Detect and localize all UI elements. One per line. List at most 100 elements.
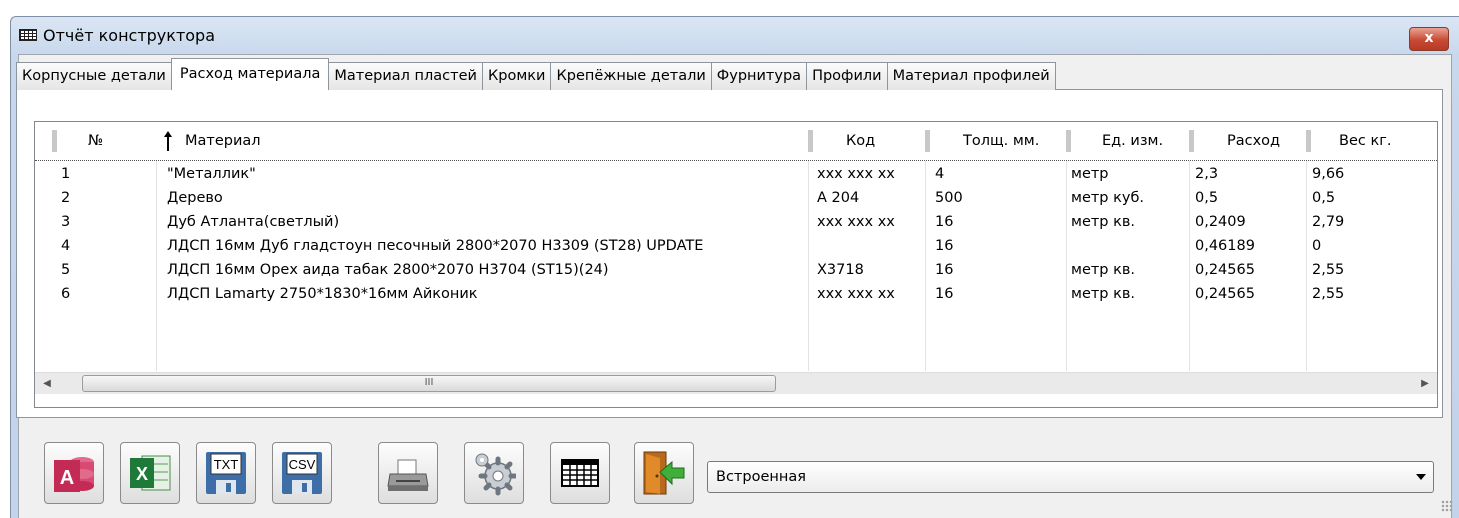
column-grip — [808, 130, 813, 152]
svg-text:CSV: CSV — [289, 457, 316, 472]
tab-profile-material[interactable]: Материал профилей — [886, 62, 1056, 90]
save-txt-icon: TXT — [206, 452, 246, 494]
cell-unit: метр кв. — [1071, 286, 1136, 302]
table-row[interactable]: 5 ЛДСП 16мм Орех аида табак 2800*2070 H3… — [35, 258, 1437, 282]
cell-weight: 2,55 — [1312, 286, 1345, 302]
chevron-down-icon[interactable] — [1416, 474, 1426, 480]
column-grip — [1189, 130, 1194, 152]
export-excel-button[interactable]: X — [120, 442, 180, 504]
tab-material-consumption[interactable]: Расход материала — [170, 58, 330, 90]
gear-icon — [475, 453, 516, 496]
cell-material: "Металлик" — [167, 166, 256, 182]
table-row[interactable]: 6 ЛДСП Lamarty 2750*1830*16мм Айконик хх… — [35, 282, 1437, 306]
cell-unit: метр куб. — [1071, 190, 1145, 206]
table-row[interactable]: 2 Дерево А 204 500 метр куб. 0,5 0,5 — [35, 186, 1437, 210]
cell-number: 4 — [61, 238, 71, 254]
table-row[interactable]: 3 Дуб Атланта(светлый) ххх ххх хх 16 мет… — [35, 210, 1437, 234]
cell-code — [817, 234, 922, 258]
export-csv-button[interactable]: CSV — [272, 442, 332, 504]
cell-material: ЛДСП 16мм Орех аида табак 2800*2070 H370… — [167, 262, 609, 278]
settings-button[interactable] — [464, 442, 524, 504]
cell-number: 3 — [61, 214, 71, 230]
table-grid-icon — [561, 459, 599, 487]
cell-consumption: 0,24565 — [1195, 286, 1255, 302]
window-title: Отчёт конструктора — [43, 26, 216, 45]
cell-consumption: 0,24565 — [1195, 262, 1255, 278]
cell-unit: метр — [1071, 166, 1109, 182]
tab-body-parts[interactable]: Корпусные детали — [16, 62, 172, 90]
scroll-left-arrow-icon[interactable]: ◀ — [35, 373, 59, 394]
tab-hardware[interactable]: Фурнитура — [710, 62, 808, 90]
access-icon: A — [54, 457, 94, 492]
tab-strip: Корпусные детали Расход материала Матери… — [16, 58, 1056, 90]
cell-thickness: 16 — [935, 238, 954, 254]
tab-fasteners[interactable]: Крепёжные детали — [550, 62, 712, 90]
source-select[interactable]: Встроенная — [707, 461, 1434, 493]
export-txt-button[interactable]: TXT — [196, 442, 256, 504]
printer-icon — [387, 459, 429, 491]
tab-sheet-material[interactable]: Материал пластей — [328, 62, 483, 90]
cell-unit — [1071, 234, 1186, 258]
cell-number: 5 — [61, 262, 71, 278]
cell-code: А 204 — [817, 190, 860, 206]
tab-profiles[interactable]: Профили — [806, 62, 888, 90]
excel-icon: X — [130, 455, 171, 491]
svg-text:X: X — [136, 464, 148, 484]
title-bar[interactable]: Отчёт конструктора x — [11, 17, 1459, 51]
cell-thickness: 4 — [935, 166, 945, 182]
material-table: № Материал Код Толщ. мм. Ед. изм. Расход… — [34, 121, 1438, 408]
cell-thickness: 16 — [935, 262, 954, 278]
column-header-thickness[interactable]: Толщ. мм. — [925, 122, 1065, 161]
svg-text:TXT: TXT — [214, 457, 239, 472]
scroll-right-arrow-icon[interactable]: ▶ — [1413, 373, 1437, 394]
cell-thickness: 16 — [935, 214, 954, 230]
cell-weight: 9,66 — [1312, 166, 1345, 182]
column-header-weight[interactable]: Вес кг. — [1306, 122, 1437, 161]
cell-material: ЛДСП Lamarty 2750*1830*16мм Айконик — [167, 286, 478, 302]
table-header: № Материал Код Толщ. мм. Ед. изм. Расход… — [35, 122, 1437, 161]
table-row[interactable]: 1 "Металлик" ххх ххх хх 4 метр 2,3 9,66 — [35, 162, 1437, 186]
close-button[interactable]: x — [1409, 27, 1449, 51]
horizontal-scrollbar[interactable]: ◀ III ▶ — [35, 372, 1437, 394]
column-header-unit[interactable]: Ед. изм. — [1066, 122, 1188, 161]
exit-door-icon — [643, 451, 685, 495]
cell-code: ххх ххх хх — [817, 286, 895, 302]
cell-thickness: 500 — [935, 190, 963, 206]
cell-weight: 2,79 — [1312, 214, 1345, 230]
cell-code: ххх ххх хх — [817, 166, 895, 182]
cell-material: Дерево — [167, 190, 223, 206]
cell-thickness: 16 — [935, 286, 954, 302]
cell-code: Х3718 — [817, 262, 864, 278]
scrollbar-thumb[interactable]: III — [82, 375, 776, 392]
cell-weight: 0 — [1312, 238, 1322, 254]
cell-unit: метр кв. — [1071, 262, 1136, 278]
svg-text:A: A — [60, 467, 74, 489]
save-csv-icon: CSV — [282, 452, 322, 494]
tab-edges[interactable]: Кромки — [481, 62, 552, 90]
sort-arrow-icon — [164, 131, 172, 151]
column-grip — [925, 130, 930, 152]
cell-number: 2 — [61, 190, 71, 206]
exit-button[interactable] — [634, 442, 694, 504]
cell-consumption: 0,5 — [1195, 190, 1219, 206]
resize-grip-icon[interactable] — [1441, 500, 1453, 512]
source-select-value: Встроенная — [716, 469, 806, 485]
column-grip — [1066, 130, 1071, 152]
cell-consumption: 2,3 — [1195, 166, 1219, 182]
cell-weight: 2,55 — [1312, 262, 1345, 278]
table-window-icon — [19, 29, 37, 41]
table-view-button[interactable] — [550, 442, 610, 504]
cell-number: 1 — [61, 166, 71, 182]
cell-material: ЛДСП 16мм Дуб гладстоун песочный 2800*20… — [167, 238, 704, 254]
cell-material: Дуб Атланта(светлый) — [167, 214, 340, 230]
column-grip — [1306, 130, 1311, 152]
column-header-number[interactable]: № — [52, 122, 152, 161]
export-access-button[interactable]: A — [44, 442, 104, 504]
column-header-consumption[interactable]: Расход — [1189, 122, 1305, 161]
column-header-code[interactable]: Код — [808, 122, 924, 161]
column-header-material[interactable]: Материал — [153, 122, 807, 161]
table-row[interactable]: 4 ЛДСП 16мм Дуб гладстоун песочный 2800*… — [35, 234, 1437, 258]
print-button[interactable] — [378, 442, 438, 504]
cell-consumption: 0,2409 — [1195, 214, 1246, 230]
cell-consumption: 0,46189 — [1195, 238, 1255, 254]
